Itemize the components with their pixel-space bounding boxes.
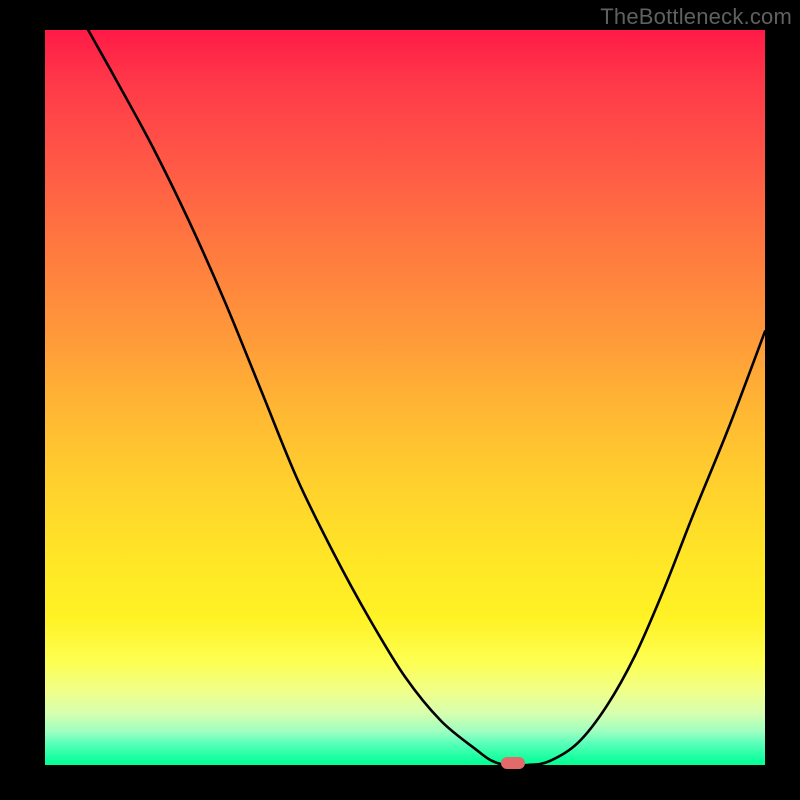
watermark-text: TheBottleneck.com xyxy=(600,4,792,30)
optimal-point-marker xyxy=(501,757,525,769)
chart-plot-area xyxy=(45,30,765,765)
bottleneck-curve xyxy=(45,30,765,765)
